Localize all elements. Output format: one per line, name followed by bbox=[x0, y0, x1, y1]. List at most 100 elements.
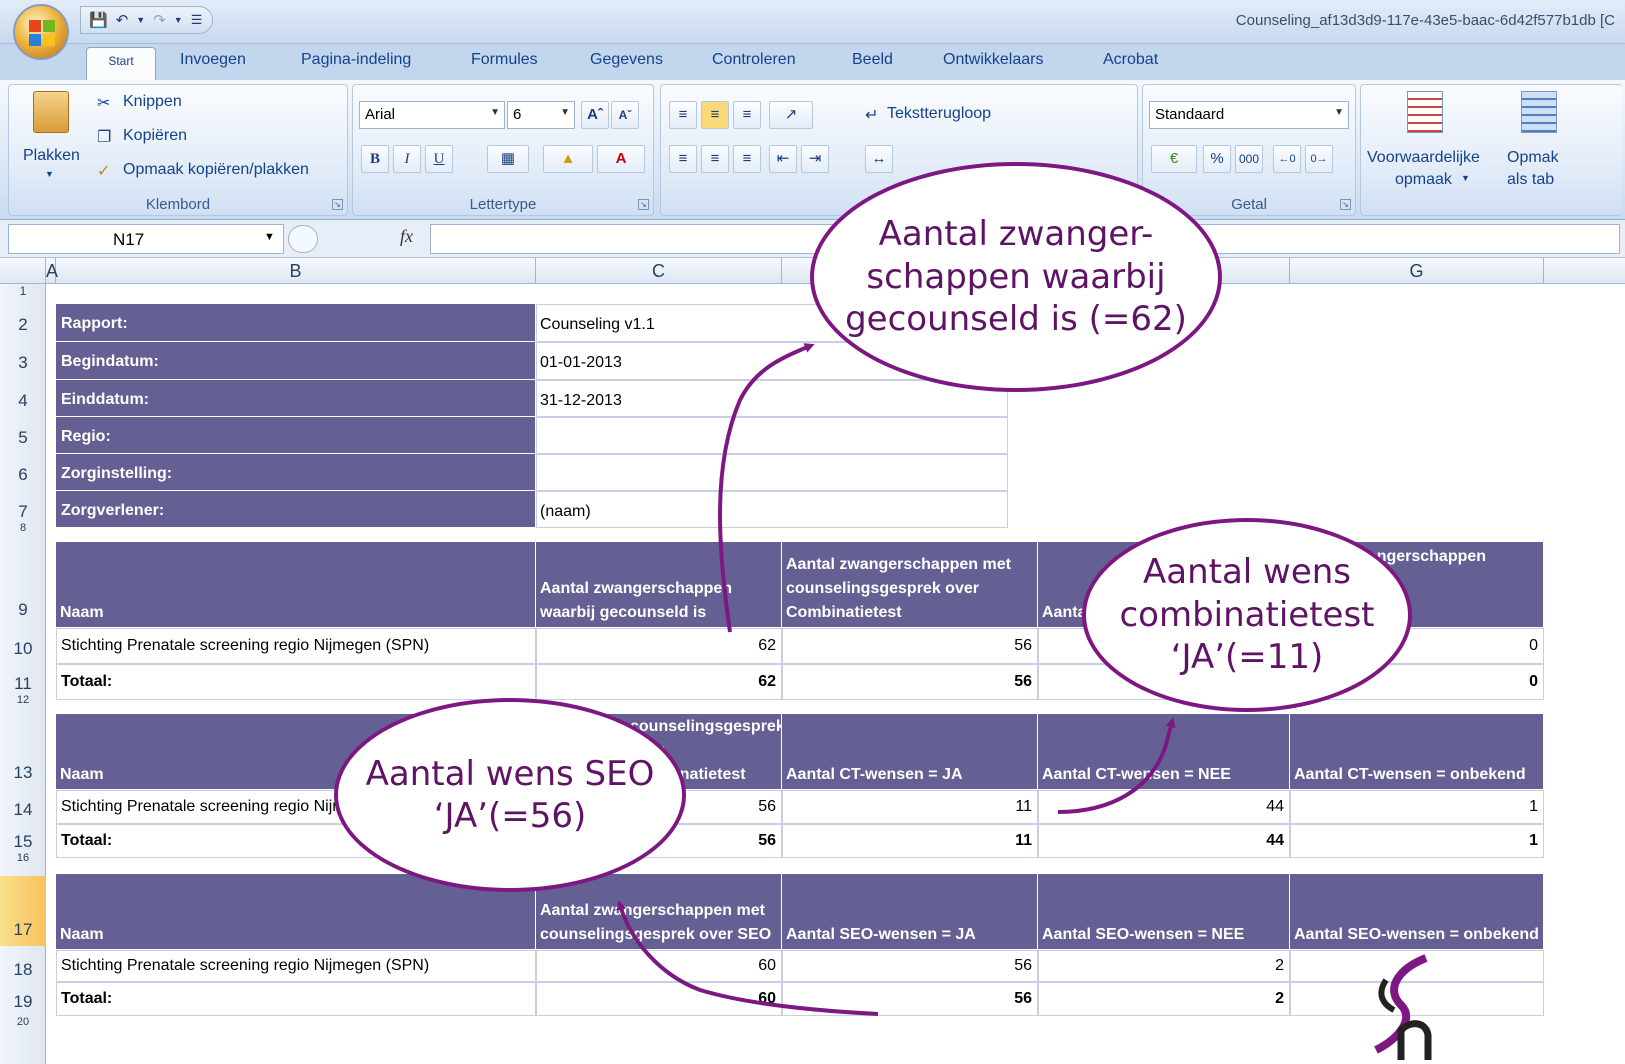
bold-button[interactable]: B bbox=[361, 145, 389, 173]
table3-header[interactable]: Aantal SEO-wensen = onbekend bbox=[1290, 874, 1544, 950]
row-header-selected[interactable]: 17 bbox=[0, 876, 46, 946]
customize-qat-icon[interactable]: ☰ bbox=[191, 12, 203, 28]
increase-indent-icon[interactable]: ⇥ bbox=[801, 145, 829, 173]
table1-total[interactable]: 62 bbox=[536, 664, 782, 700]
paste-icon[interactable] bbox=[33, 91, 69, 133]
table3-cell[interactable]: 60 bbox=[536, 950, 782, 982]
row-header[interactable]: 4 bbox=[0, 391, 46, 411]
row-header[interactable]: 9 bbox=[0, 600, 46, 620]
percent-button[interactable]: % bbox=[1203, 145, 1231, 173]
table3-total[interactable]: 2 bbox=[1038, 982, 1290, 1016]
paste-button[interactable]: Plakken bbox=[23, 147, 80, 165]
row-header[interactable]: 2 bbox=[0, 315, 46, 335]
underline-button[interactable]: U bbox=[425, 145, 453, 173]
info-value[interactable]: 31-12-2013 bbox=[536, 380, 1008, 417]
font-color-icon[interactable]: A bbox=[597, 145, 645, 173]
table1-header-naam[interactable]: Naam bbox=[56, 542, 536, 628]
undo-icon[interactable]: ↶ bbox=[116, 11, 129, 29]
format-as-table-button[interactable]: Opmak bbox=[1507, 149, 1559, 167]
align-bottom-icon[interactable]: ≡ bbox=[733, 101, 761, 129]
column-header-g[interactable]: G bbox=[1290, 258, 1544, 284]
dialog-launcher-icon[interactable]: ↘ bbox=[638, 199, 649, 210]
dialog-launcher-icon[interactable]: ↘ bbox=[1340, 199, 1351, 210]
thousands-button[interactable]: 000 bbox=[1235, 145, 1263, 173]
table2-total[interactable]: 11 bbox=[782, 824, 1038, 858]
increase-decimal-icon[interactable]: ←0 bbox=[1273, 145, 1301, 173]
table3-header[interactable]: Aantal SEO-wensen = JA bbox=[782, 874, 1038, 950]
info-value[interactable]: (naam) bbox=[536, 491, 1008, 528]
name-box[interactable]: N17 bbox=[8, 224, 284, 254]
table2-total[interactable]: 1 bbox=[1290, 824, 1544, 858]
tab-ontwikkelaars[interactable]: Ontwikkelaars bbox=[943, 51, 1043, 69]
chevron-down-icon[interactable]: ▼ bbox=[1334, 107, 1344, 118]
column-header-next[interactable] bbox=[1544, 258, 1625, 284]
align-top-icon[interactable]: ≡ bbox=[669, 101, 697, 129]
table2-total[interactable]: 44 bbox=[1038, 824, 1290, 858]
align-right-icon[interactable]: ≡ bbox=[733, 145, 761, 173]
table3-total[interactable]: 60 bbox=[536, 982, 782, 1016]
table3-cell[interactable]: Stichting Prenatale screening regio Nijm… bbox=[56, 950, 536, 982]
row-header[interactable]: 15 bbox=[0, 832, 46, 852]
row-header[interactable]: 1 bbox=[0, 284, 46, 302]
column-header-b[interactable]: B bbox=[56, 258, 536, 284]
info-value[interactable] bbox=[536, 454, 1008, 491]
chevron-down-icon[interactable]: ▼ bbox=[1461, 173, 1470, 183]
column-header-c[interactable]: C bbox=[536, 258, 782, 284]
wrap-text-button[interactable]: Tekstterugloop bbox=[887, 105, 991, 123]
copy-button[interactable]: Kopiëren bbox=[123, 127, 187, 145]
row-header[interactable]: 14 bbox=[0, 800, 46, 820]
conditional-format-button[interactable]: Voorwaardelijke bbox=[1367, 149, 1480, 167]
info-label[interactable]: Einddatum: bbox=[56, 380, 536, 417]
row-header[interactable]: 7 bbox=[0, 502, 46, 522]
row-header[interactable]: 6 bbox=[0, 465, 46, 485]
table2-cell[interactable]: 1 bbox=[1290, 790, 1544, 824]
table3-cell[interactable]: 56 bbox=[782, 950, 1038, 982]
format-painter-button[interactable]: Opmaak kopiëren/plakken bbox=[123, 161, 309, 179]
table2-cell[interactable]: 11 bbox=[782, 790, 1038, 824]
align-center-icon[interactable]: ≡ bbox=[701, 145, 729, 173]
table1-cell[interactable]: 62 bbox=[536, 628, 782, 664]
grow-font-icon[interactable]: Aˆ bbox=[581, 101, 609, 129]
chevron-down-icon[interactable]: ▼ bbox=[174, 15, 183, 25]
chevron-down-icon[interactable]: ▼ bbox=[264, 231, 275, 243]
tab-beeld[interactable]: Beeld bbox=[852, 51, 893, 69]
row-header[interactable]: 18 bbox=[0, 960, 46, 980]
conditional-format-button-line2[interactable]: opmaak bbox=[1395, 171, 1452, 189]
decrease-decimal-icon[interactable]: 0→ bbox=[1305, 145, 1333, 173]
table3-total[interactable]: Totaal: bbox=[56, 982, 536, 1016]
cancel-formula-icon[interactable] bbox=[288, 225, 318, 253]
decrease-indent-icon[interactable]: ⇤ bbox=[769, 145, 797, 173]
row-header[interactable]: 11 bbox=[0, 674, 46, 694]
cut-button[interactable]: Knippen bbox=[123, 93, 182, 111]
table3-total[interactable]: 56 bbox=[782, 982, 1038, 1016]
table3-cell[interactable]: 2 bbox=[1038, 950, 1290, 982]
table2-header[interactable]: Aantal CT-wensen = JA bbox=[782, 714, 1038, 790]
insert-function-button[interactable]: fx bbox=[400, 226, 413, 247]
tab-pagina-indeling[interactable]: Pagina-indeling bbox=[301, 51, 411, 69]
tab-gegevens[interactable]: Gegevens bbox=[590, 51, 663, 69]
merge-center-icon[interactable]: ↔ bbox=[865, 145, 893, 173]
info-label[interactable]: Rapport: bbox=[56, 304, 536, 342]
tab-acrobat[interactable]: Acrobat bbox=[1103, 51, 1158, 69]
currency-icon[interactable]: € bbox=[1151, 145, 1197, 173]
row-header[interactable]: 16 bbox=[0, 852, 46, 864]
select-all-corner[interactable] bbox=[0, 258, 46, 284]
table1-cell[interactable]: 56 bbox=[782, 628, 1038, 664]
tab-controleren[interactable]: Controleren bbox=[712, 51, 796, 69]
italic-button[interactable]: I bbox=[393, 145, 421, 173]
table1-header[interactable]: Aantal zwangerschappen met counselingsge… bbox=[782, 542, 1038, 628]
row-header[interactable]: 19 bbox=[0, 992, 46, 1012]
row-header[interactable]: 13 bbox=[0, 763, 46, 783]
info-label[interactable]: Regio: bbox=[56, 417, 536, 454]
info-label[interactable]: Zorginstelling: bbox=[56, 454, 536, 491]
table2-header[interactable]: Aantal CT-wensen = NEE bbox=[1038, 714, 1290, 790]
row-header[interactable]: 10 bbox=[0, 639, 46, 659]
dialog-launcher-icon[interactable]: ↘ bbox=[332, 199, 343, 210]
row-header[interactable]: 20 bbox=[0, 1016, 46, 1028]
info-label[interactable]: Begindatum: bbox=[56, 342, 536, 380]
save-icon[interactable]: 💾 bbox=[89, 11, 108, 29]
table2-header[interactable]: Aantal CT-wensen = onbekend bbox=[1290, 714, 1544, 790]
tab-formules[interactable]: Formules bbox=[471, 51, 538, 69]
column-header-a[interactable]: A bbox=[46, 258, 58, 284]
font-name-combo[interactable]: Arial ▼ bbox=[359, 101, 505, 129]
